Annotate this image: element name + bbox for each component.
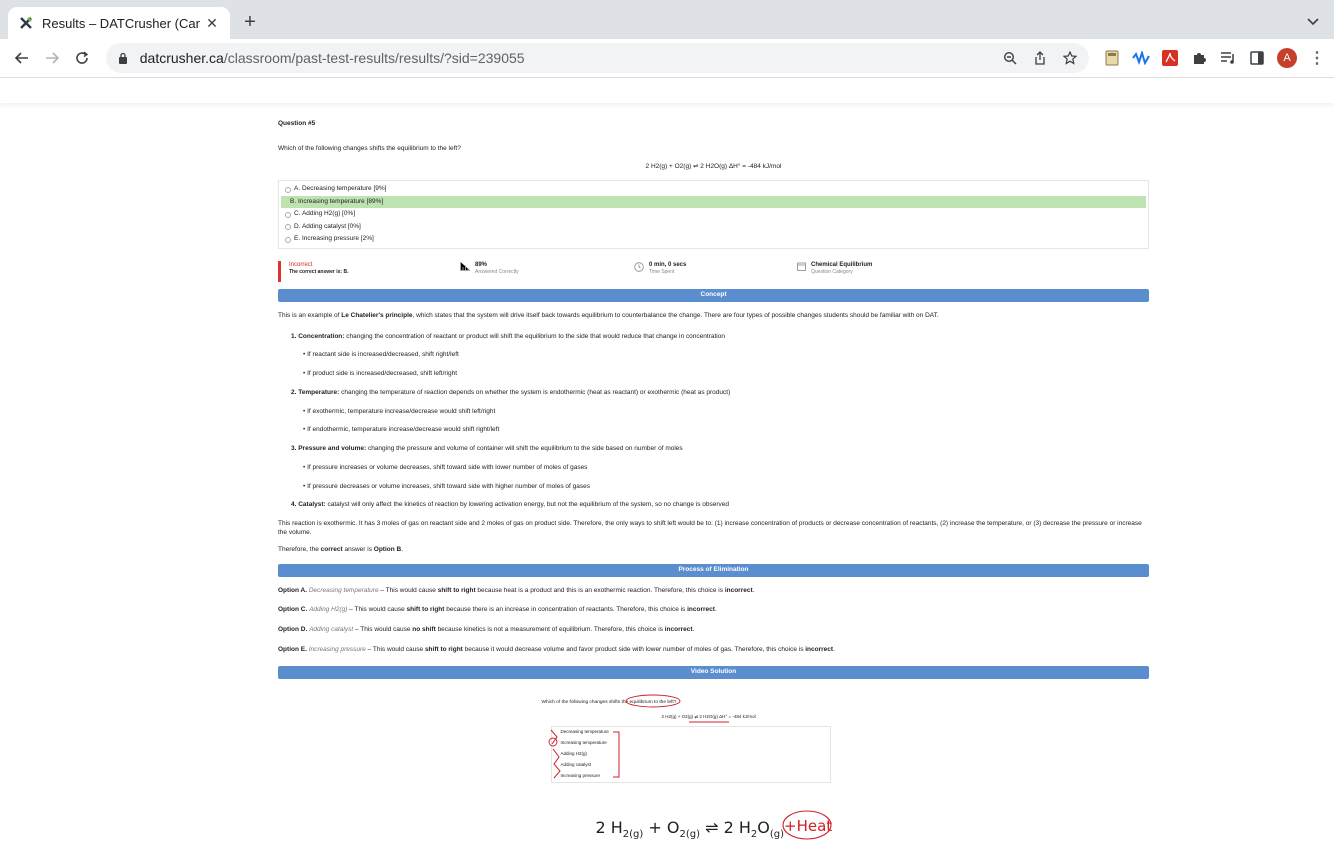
address-bar[interactable]: datcrusher.ca/classroom/past-test-result… <box>105 43 1089 73</box>
question-number: Question #5 <box>278 120 316 127</box>
option-b[interactable]: B. Increasing temperature [89%] <box>281 195 1146 209</box>
profile-avatar[interactable]: A <box>1277 48 1297 68</box>
option-e[interactable]: E. Increasing pressure [2%] <box>281 233 1146 246</box>
radio-icon[interactable] <box>285 186 291 193</box>
zoom-icon[interactable] <box>1001 49 1019 67</box>
status-label: Incorrect <box>289 261 313 268</box>
question-text: Which of the following changes shifts th… <box>278 144 461 152</box>
browser-tab-bar: Results – DATCrusher (Canadia ✕ + <box>0 0 1334 39</box>
elimination-header: Process of Elimination <box>278 563 1149 577</box>
option-a[interactable]: A. Decreasing temperature [9%] <box>281 183 1146 196</box>
new-tab-button[interactable]: + <box>240 11 260 33</box>
concept-intro: This is an example of Le Chatelier's pri… <box>278 311 939 319</box>
correct-answer-text: The correct answer is: B. <box>289 268 349 275</box>
bar-chart-icon <box>460 262 470 272</box>
extensions-puzzle-icon[interactable] <box>1190 49 1208 67</box>
url-text: datcrusher.ca/classroom/past-test-result… <box>139 50 525 66</box>
time-spent-stat: 0 min, 0 secs Time Spent <box>634 261 796 282</box>
list-item: 3. Pressure and volume: changing the pre… <box>291 445 683 453</box>
video-big-equation: 2 H2(g) + O2(g) ⇌ 2 H2O(g) <box>595 817 785 840</box>
concept-header: Concept <box>278 288 1149 302</box>
elimination-item: Option C. Adding H2(g) – This would caus… <box>278 606 717 614</box>
option-c[interactable]: C. Adding H2(g) [0%] <box>281 208 1146 221</box>
calendar-icon <box>796 262 806 272</box>
forward-button[interactable] <box>38 44 66 72</box>
list-subitem: • If pressure increases or volume decrea… <box>303 463 588 471</box>
video-solution-player[interactable]: Which of the following changes shifts th… <box>539 689 889 859</box>
browser-toolbar: datcrusher.ca/classroom/past-test-result… <box>0 39 1334 78</box>
reading-list-icon[interactable] <box>1219 49 1237 67</box>
question-equation: 2 H2(g) + O2(g) ⇌ 2 H2O(g) ΔH° = -484 kJ… <box>645 162 782 170</box>
site-header <box>0 78 1334 103</box>
list-subitem: • If product side is increased/decreased… <box>303 370 458 378</box>
back-button[interactable] <box>8 44 36 72</box>
side-panel-icon[interactable] <box>1248 49 1266 67</box>
bookmark-star-icon[interactable] <box>1061 49 1079 67</box>
clock-icon <box>634 262 644 272</box>
tab-title: Results – DATCrusher (Canadia <box>42 15 200 31</box>
conclusion-text: Therefore, the correct answer is Option … <box>278 545 404 553</box>
waveform-extension-icon[interactable] <box>1132 49 1150 67</box>
video-solution-header: Video Solution <box>278 665 1149 679</box>
radio-icon[interactable] <box>285 211 291 218</box>
percent-correct-stat: 89% Answered Correctly <box>460 261 634 282</box>
browser-menu-icon[interactable]: ⋮ <box>1308 49 1326 67</box>
reload-button[interactable] <box>68 44 96 72</box>
datcrusher-logo-icon <box>18 15 34 31</box>
elimination-item: Option D. Adding catalyst – This would c… <box>278 626 695 634</box>
calculator-extension-icon[interactable] <box>1103 49 1121 67</box>
share-icon[interactable] <box>1031 49 1049 67</box>
result-stats: Incorrect The correct answer is: B. 89% A… <box>278 260 1149 282</box>
pdf-extension-icon[interactable] <box>1161 49 1179 67</box>
option-d[interactable]: D. Adding catalyst [0%] <box>281 221 1146 234</box>
close-tab-icon[interactable]: ✕ <box>204 15 220 31</box>
heat-annotation: +Heat <box>784 817 832 835</box>
radio-icon[interactable] <box>285 236 291 243</box>
radio-icon[interactable] <box>285 224 291 231</box>
reaction-explanation: This reaction is exothermic. It has 3 mo… <box>278 520 1142 536</box>
list-subitem: • If endothermic, temperature increase/d… <box>303 426 500 434</box>
list-subitem: • If pressure decreases or volume increa… <box>303 482 590 490</box>
concept-list: 1. Concentration: changing the concentra… <box>278 333 1149 511</box>
browser-tab[interactable]: Results – DATCrusher (Canadia ✕ <box>8 7 230 39</box>
tab-search-chevron-icon[interactable] <box>1306 14 1320 28</box>
elimination-item: Option A. Decreasing temperature – This … <box>278 586 755 594</box>
list-item: 4. Catalyst: catalyst will only affect t… <box>291 501 730 509</box>
list-item: 1. Concentration: changing the concentra… <box>291 332 725 340</box>
lock-icon[interactable] <box>116 51 130 65</box>
results-content: Question #5 Which of the following chang… <box>278 120 1149 859</box>
elimination-item: Option E. Increasing pressure – This wou… <box>278 645 835 653</box>
list-item: 2. Temperature: changing the temperature… <box>291 388 731 396</box>
result-status: Incorrect The correct answer is: B. <box>278 260 460 282</box>
answer-options: A. Decreasing temperature [9%] B. Increa… <box>278 180 1149 249</box>
category-stat: Chemical Equilibrium Question Category <box>796 261 872 282</box>
list-subitem: • If reactant side is increased/decrease… <box>303 351 459 359</box>
list-subitem: • If exothermic, temperature increase/de… <box>303 407 496 415</box>
